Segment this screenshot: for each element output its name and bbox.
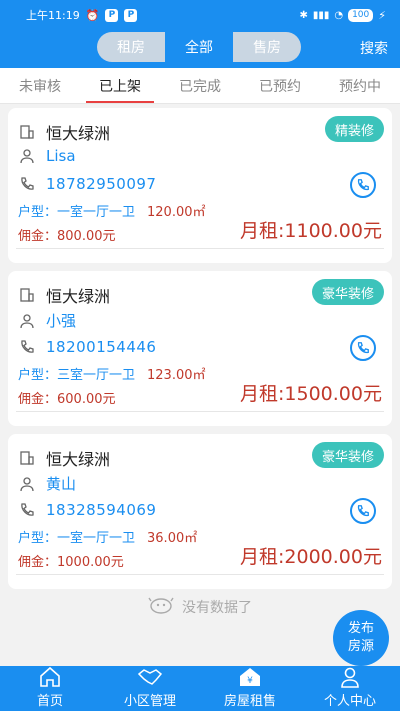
battery-icon: 100 (348, 8, 374, 22)
nav-profile[interactable]: 个人中心 (300, 666, 400, 711)
bottom-nav: 首页 小区管理 ¥ 房屋租售 个人中心 (0, 666, 400, 711)
contact-name: 小强 (46, 312, 77, 330)
call-icon[interactable] (350, 498, 376, 524)
phone-icon (18, 175, 36, 193)
home-icon (40, 666, 60, 687)
nav-community[interactable]: 小区管理 (100, 666, 200, 711)
contact-name: Lisa (46, 147, 76, 165)
nav-community-label: 小区管理 (123, 694, 176, 709)
estate-name: 恒大绿洲 (46, 124, 111, 143)
person-icon (18, 312, 36, 330)
wifi-icon: ◔ (334, 9, 344, 21)
divider (16, 411, 384, 412)
rent-sale-segmented-control: 租房 全部 售房 (97, 32, 301, 62)
area-text: 36.00㎡ (147, 531, 198, 546)
area-text: 120.00㎡ (147, 205, 206, 220)
nav-home[interactable]: 首页 (0, 666, 100, 711)
estate-name: 恒大绿洲 (46, 287, 111, 306)
building-icon (18, 449, 36, 467)
tab-unreviewed[interactable]: 未审核 (0, 68, 80, 103)
alarm-icon: ⏰ (85, 8, 100, 22)
publish-listing-button[interactable]: 发布 房源 (333, 610, 389, 666)
signal-icon: ▮▮▮ (312, 9, 330, 21)
tab-completed[interactable]: 已完成 (160, 68, 240, 103)
nav-home-label: 首页 (36, 694, 63, 709)
decoration-badge: 豪华装修 (311, 442, 384, 468)
contact-phone: 18200154446 (46, 338, 157, 356)
area-text: 123.00㎡ (147, 368, 206, 383)
divider (16, 574, 384, 575)
user-icon (341, 667, 359, 688)
header: 租房 全部 售房 搜索 (0, 30, 400, 68)
tab-booked[interactable]: 已预约 (240, 68, 320, 103)
layout-text: 户型：一室一厅一卫 (18, 531, 136, 546)
segment-rent[interactable]: 租房 (97, 32, 165, 62)
listing-list: 恒大绿洲 精装修 Lisa 18782950097 户型：一室一厅一卫 120.… (8, 108, 392, 597)
call-icon[interactable] (350, 172, 376, 198)
nav-rent-sale[interactable]: ¥ 房屋租售 (200, 666, 300, 711)
monthly-rent: 月租:1500.00元 (240, 383, 382, 405)
no-more-data-text: 没有数据了 (182, 600, 252, 616)
estate-name: 恒大绿洲 (46, 450, 111, 469)
handshake-icon (137, 669, 163, 685)
app-p-icon: P (124, 8, 138, 22)
app-p-icon: P (105, 8, 119, 22)
layout-text: 户型：一室一厅一卫 (18, 205, 136, 220)
listing-card[interactable]: 恒大绿洲 精装修 Lisa 18782950097 户型：一室一厅一卫 120.… (8, 108, 392, 263)
decoration-badge: 精装修 (324, 116, 384, 142)
nav-profile-label: 个人中心 (323, 694, 376, 709)
segment-all[interactable]: 全部 (165, 32, 233, 62)
empty-face-icon (148, 595, 174, 619)
charging-icon: ⚡ (378, 8, 386, 22)
no-more-data: 没有数据了 (0, 595, 400, 619)
house-yuan-icon: ¥ (240, 668, 260, 686)
nav-rent-sale-label: 房屋租售 (223, 694, 276, 709)
person-icon (18, 475, 36, 493)
bluetooth-icon: ✱ (299, 9, 308, 21)
listing-card[interactable]: 恒大绿洲 豪华装修 黄山 18328594069 户型：一室一厅一卫 36.00… (8, 434, 392, 589)
status-bar: 上午11:19 ⏰ P P ✱ ▮▮▮ ◔ 100 ⚡ (0, 0, 400, 30)
segment-sale[interactable]: 售房 (233, 32, 301, 62)
call-icon[interactable] (350, 335, 376, 361)
tab-booking[interactable]: 预约中 (320, 68, 400, 103)
phone-icon (18, 501, 36, 519)
monthly-rent: 月租:1100.00元 (240, 220, 382, 242)
monthly-rent: 月租:2000.00元 (240, 546, 382, 568)
commission-text: 佣金：1000.00元 (18, 555, 124, 570)
commission-text: 佣金：600.00元 (18, 392, 116, 407)
building-icon (18, 123, 36, 141)
contact-phone: 18328594069 (46, 501, 157, 519)
svg-text:¥: ¥ (247, 676, 253, 686)
contact-name: 黄山 (46, 475, 77, 493)
listing-card[interactable]: 恒大绿洲 豪华装修 小强 18200154446 户型：三室一厅一卫 123.0… (8, 271, 392, 426)
publish-label-line1: 发布 (347, 621, 374, 636)
person-icon (18, 147, 36, 165)
building-icon (18, 286, 36, 304)
commission-text: 佣金：800.00元 (18, 229, 116, 244)
decoration-badge: 豪华装修 (311, 279, 384, 305)
phone-icon (18, 338, 36, 356)
search-button[interactable]: 搜索 (360, 38, 388, 58)
contact-phone: 18782950097 (46, 175, 157, 193)
status-tabs: 未审核 已上架 已完成 已预约 预约中 (0, 68, 400, 104)
divider (16, 248, 384, 249)
status-time: 上午11:19 (26, 9, 80, 22)
tab-listed[interactable]: 已上架 (80, 68, 160, 103)
layout-text: 户型：三室一厅一卫 (18, 368, 136, 383)
top-bar: 上午11:19 ⏰ P P ✱ ▮▮▮ ◔ 100 ⚡ 租房 全部 售房 搜索 (0, 0, 400, 68)
publish-label-line2: 房源 (347, 639, 374, 654)
